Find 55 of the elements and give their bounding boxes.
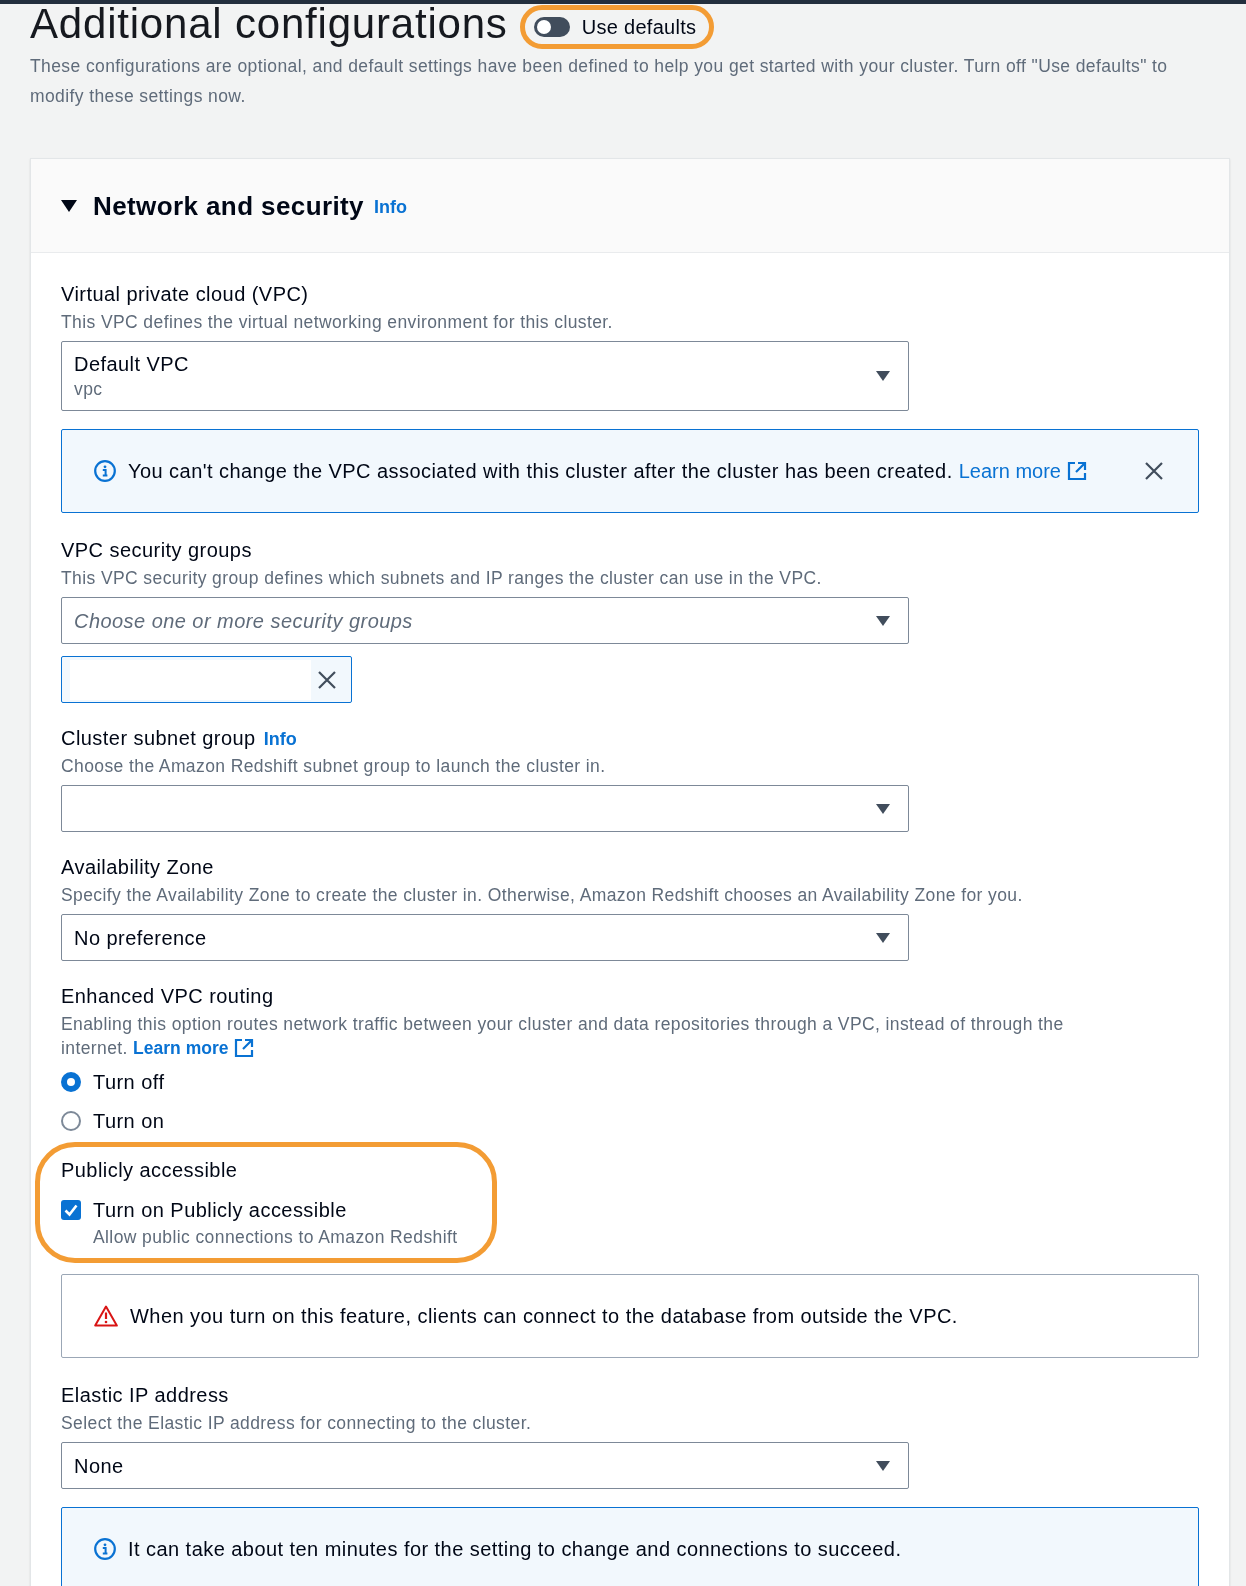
learn-more-link[interactable]: Learn more [958, 458, 1087, 484]
caret-down-icon [876, 932, 890, 943]
radio-button[interactable] [61, 1072, 81, 1092]
alert-message: It can take about ten minutes for the setting to change and connections to succeed. [128, 1537, 903, 1562]
field-description: Choose the Amazon Redshift subnet group to launch the cluster in. [61, 755, 607, 778]
checkbox-label: Turn on Publicly accessible [93, 1198, 347, 1223]
radio-label: Turn on [93, 1109, 165, 1134]
radio-label: Turn off [93, 1070, 165, 1095]
select-value: None [74, 1453, 124, 1479]
info-icon [94, 1538, 116, 1560]
alert-message: You can't change the VPC associated with this cluster after the cluster has been created. Learn more [128, 458, 1132, 484]
select-field[interactable]: No preference [61, 914, 909, 961]
expand-triangle-icon[interactable] [61, 199, 77, 212]
select-field[interactable]: Default VPC vpc [61, 341, 909, 411]
section-title: Network and security [93, 189, 364, 222]
info-link[interactable]: Info [374, 196, 407, 218]
checkbox-description: Allow public connections to Amazon Redshift [93, 1226, 458, 1249]
warning-icon [94, 1305, 118, 1327]
field-label: Publicly accessible [61, 1158, 238, 1183]
caret-down-icon [876, 1460, 890, 1471]
field-label: Elastic IP address [61, 1383, 229, 1408]
external-link-icon [234, 1038, 255, 1058]
radio-button[interactable] [61, 1111, 81, 1131]
field-description: This VPC security group defines which subnets and IP ranges the cluster can use in the VPC. [61, 567, 823, 590]
field-description: Enabling this option routes network traffic between your cluster and data repositories through a VPC, instead of through the internet. Learn more [61, 1013, 1065, 1060]
multiselect-field[interactable]: Choose one or more security groups [61, 597, 909, 644]
select-value: No preference [74, 925, 207, 951]
info-icon [94, 460, 116, 482]
field-label: Cluster subnet group [61, 726, 256, 751]
select-placeholder: Choose one or more security groups [74, 608, 413, 634]
toggle-label: Use defaults [581, 15, 697, 40]
alert-message: When you turn on this feature, clients can connect to the database from outside the VPC. [130, 1304, 959, 1329]
external-link-icon [1067, 461, 1087, 481]
field-description: This VPC defines the virtual networking environment for this cluster. [61, 311, 614, 334]
info-link[interactable]: Info [263, 729, 297, 750]
field-label: Availability Zone [61, 855, 214, 880]
close-icon[interactable] [317, 669, 337, 690]
select-field[interactable]: None [61, 1442, 909, 1489]
caret-down-icon [876, 615, 890, 626]
field-description: Select the Elastic IP address for connecting to the cluster. [61, 1412, 533, 1435]
caret-down-icon [876, 371, 890, 381]
page-description: These configurations are optional, and default settings have been defined to help you get started with your cluster. Turn off "Use defaults" to modify these settings now. [30, 55, 1169, 108]
select-value: Default VPC [74, 352, 189, 377]
field-label: Virtual private cloud (VPC) [61, 282, 309, 307]
toggle-switch[interactable] [533, 17, 570, 37]
field-description: Specify the Availability Zone to create the cluster in. Otherwise, Amazon Redshift chooses an Availability Zone for you. [61, 884, 1024, 907]
select-field[interactable] [61, 785, 909, 832]
learn-more-link[interactable]: Learn more [133, 1036, 255, 1060]
field-label: VPC security groups [61, 538, 252, 563]
checkbox[interactable] [61, 1200, 81, 1220]
field-label: Enhanced VPC routing [61, 984, 274, 1009]
page-title: Additional configurations [30, 2, 508, 46]
select-secondary-text: vpc [74, 378, 104, 401]
caret-down-icon [876, 803, 890, 814]
close-icon[interactable] [1144, 461, 1164, 481]
